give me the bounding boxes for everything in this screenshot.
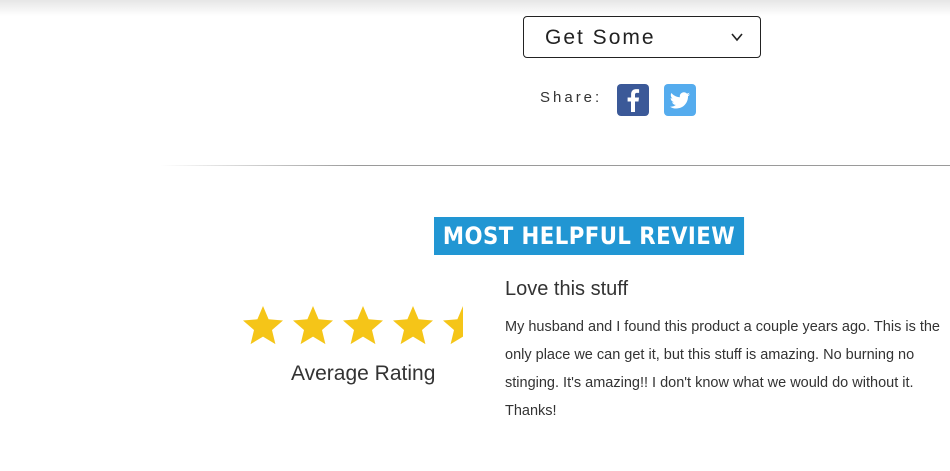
share-label: Share: (540, 89, 603, 106)
twitter-share-button[interactable] (664, 84, 696, 116)
most-helpful-review-heading: MOST HELPFUL REVIEW (434, 217, 744, 255)
star-full-icon (291, 304, 335, 348)
section-divider (160, 165, 950, 166)
star-full-icon (241, 304, 285, 348)
dropdown-label: Get Some (545, 26, 656, 49)
product-option-dropdown[interactable]: Get Some (523, 16, 761, 58)
review-body: My husband and I found this product a co… (505, 319, 940, 419)
star-rating (241, 304, 464, 348)
facebook-share-button[interactable] (617, 84, 649, 116)
chevron-down-icon (730, 30, 744, 44)
star-full-icon (391, 304, 435, 348)
top-shadow (0, 0, 950, 16)
average-rating-label: Average Rating (291, 362, 436, 385)
twitter-icon (664, 84, 696, 116)
facebook-icon (617, 84, 649, 116)
star-half-icon (441, 304, 464, 348)
review-title: Love this stuff (505, 278, 629, 300)
star-full-icon (341, 304, 385, 348)
